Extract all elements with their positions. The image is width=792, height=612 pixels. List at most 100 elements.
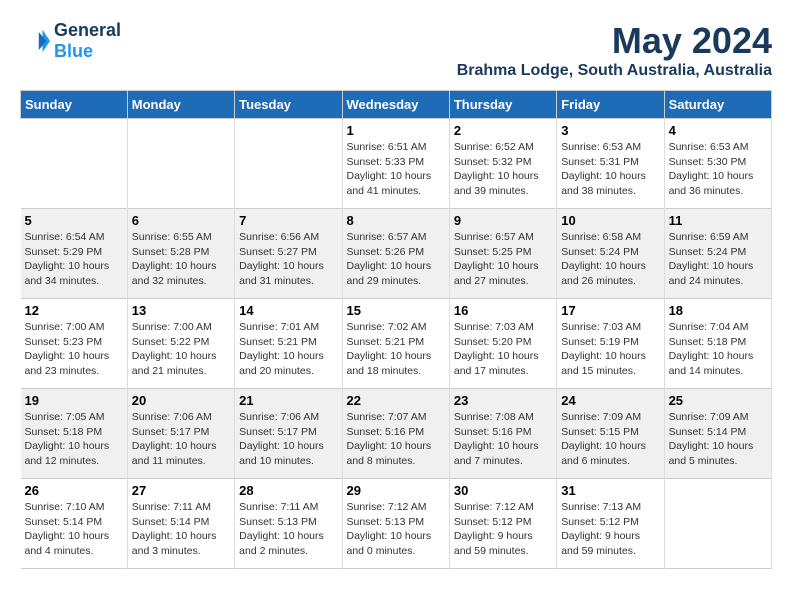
calendar-cell: 23 Sunrise: 7:08 AMSunset: 5:16 PMDayligh… (449, 389, 556, 479)
calendar-cell: 8 Sunrise: 6:57 AMSunset: 5:26 PMDaylight… (342, 209, 449, 299)
calendar-cell: 10 Sunrise: 6:58 AMSunset: 5:24 PMDayligh… (557, 209, 664, 299)
logo-icon (20, 26, 50, 56)
day-number: 17 (561, 303, 659, 318)
calendar-cell: 6Sunrise: 6:55 AMSunset: 5:28 PMDaylight… (127, 209, 234, 299)
weekday-saturday: Saturday (664, 91, 771, 119)
day-info: Sunrise: 7:01 AMSunset: 5:21 PMDaylight:… (239, 320, 337, 379)
weekday-row: SundayMondayTuesdayWednesdayThursdayFrid… (21, 91, 772, 119)
calendar-cell: 13 Sunrise: 7:00 AMSunset: 5:22 PMDayligh… (127, 299, 234, 389)
day-info: Sunrise: 7:00 AMSunset: 5:22 PMDaylight:… (132, 320, 230, 379)
day-number: 24 (561, 393, 659, 408)
day-info: Sunrise: 6:53 AMSunset: 5:30 PMDaylight:… (669, 140, 767, 199)
day-number: 20 (132, 393, 230, 408)
day-info: Sunrise: 6:53 AMSunset: 5:31 PMDaylight:… (561, 140, 659, 199)
day-info: Sunrise: 6:57 AMSunset: 5:26 PMDaylight:… (347, 230, 445, 289)
day-number: 13 (132, 303, 230, 318)
day-number: 3 (561, 123, 659, 138)
calendar-cell: 5 Sunrise: 6:54 AMSunset: 5:29 PMDaylight… (21, 209, 128, 299)
day-info: Sunrise: 7:10 AMSunset: 5:14 PMDaylight:… (25, 500, 123, 559)
calendar-cell (235, 119, 342, 209)
calendar-cell: 15Sunrise: 7:02 AMSunset: 5:21 PMDayligh… (342, 299, 449, 389)
calendar-cell: 12 Sunrise: 7:00 AMSunset: 5:23 PMDayligh… (21, 299, 128, 389)
day-number: 4 (669, 123, 767, 138)
day-number: 25 (669, 393, 767, 408)
weekday-tuesday: Tuesday (235, 91, 342, 119)
day-number: 22 (347, 393, 445, 408)
day-number: 1 (347, 123, 445, 138)
day-info: Sunrise: 7:13 AMSunset: 5:12 PMDaylight:… (561, 500, 659, 559)
day-info: Sunrise: 6:54 AMSunset: 5:29 PMDaylight:… (25, 230, 123, 289)
calendar-cell: 26 Sunrise: 7:10 AMSunset: 5:14 PMDayligh… (21, 479, 128, 569)
day-number: 7 (239, 213, 337, 228)
calendar-cell: 31 Sunrise: 7:13 AMSunset: 5:12 PMDayligh… (557, 479, 664, 569)
weekday-thursday: Thursday (449, 91, 556, 119)
calendar-cell: 18Sunrise: 7:04 AMSunset: 5:18 PMDayligh… (664, 299, 771, 389)
calendar-header: SundayMondayTuesdayWednesdayThursdayFrid… (21, 91, 772, 119)
calendar-cell (127, 119, 234, 209)
day-info: Sunrise: 7:05 AMSunset: 5:18 PMDaylight:… (25, 410, 123, 469)
calendar-cell: 9 Sunrise: 6:57 AMSunset: 5:25 PMDaylight… (449, 209, 556, 299)
day-number: 23 (454, 393, 552, 408)
day-info: Sunrise: 7:09 AMSunset: 5:14 PMDaylight:… (669, 410, 767, 469)
day-info: Sunrise: 6:57 AMSunset: 5:25 PMDaylight:… (454, 230, 552, 289)
day-number: 18 (669, 303, 767, 318)
calendar-cell (21, 119, 128, 209)
weekday-wednesday: Wednesday (342, 91, 449, 119)
weekday-friday: Friday (557, 91, 664, 119)
day-info: Sunrise: 7:03 AMSunset: 5:19 PMDaylight:… (561, 320, 659, 379)
day-number: 9 (454, 213, 552, 228)
day-info: Sunrise: 7:11 AMSunset: 5:14 PMDaylight:… (132, 500, 230, 559)
day-number: 30 (454, 483, 552, 498)
day-number: 19 (25, 393, 123, 408)
weekday-sunday: Sunday (21, 91, 128, 119)
calendar-cell: 21 Sunrise: 7:06 AMSunset: 5:17 PMDayligh… (235, 389, 342, 479)
day-info: Sunrise: 7:07 AMSunset: 5:16 PMDaylight:… (347, 410, 445, 469)
week-row-3: 12 Sunrise: 7:00 AMSunset: 5:23 PMDayligh… (21, 299, 772, 389)
calendar-cell: 30 Sunrise: 7:12 AMSunset: 5:12 PMDayligh… (449, 479, 556, 569)
day-number: 5 (25, 213, 123, 228)
calendar-cell: 17 Sunrise: 7:03 AMSunset: 5:19 PMDayligh… (557, 299, 664, 389)
title-block: May 2024 Brahma Lodge, South Australia, … (457, 20, 772, 80)
week-row-2: 5 Sunrise: 6:54 AMSunset: 5:29 PMDaylight… (21, 209, 772, 299)
day-info: Sunrise: 7:11 AMSunset: 5:13 PMDaylight:… (239, 500, 337, 559)
day-info: Sunrise: 6:56 AMSunset: 5:27 PMDaylight:… (239, 230, 337, 289)
day-number: 12 (25, 303, 123, 318)
week-row-5: 26 Sunrise: 7:10 AMSunset: 5:14 PMDayligh… (21, 479, 772, 569)
day-info: Sunrise: 7:00 AMSunset: 5:23 PMDaylight:… (25, 320, 123, 379)
day-number: 31 (561, 483, 659, 498)
day-info: Sunrise: 7:08 AMSunset: 5:16 PMDaylight:… (454, 410, 552, 469)
day-number: 10 (561, 213, 659, 228)
day-info: Sunrise: 7:06 AMSunset: 5:17 PMDaylight:… (239, 410, 337, 469)
day-number: 26 (25, 483, 123, 498)
calendar-cell: 3 Sunrise: 6:53 AMSunset: 5:31 PMDaylight… (557, 119, 664, 209)
calendar-cell: 19 Sunrise: 7:05 AMSunset: 5:18 PMDayligh… (21, 389, 128, 479)
day-number: 29 (347, 483, 445, 498)
day-number: 21 (239, 393, 337, 408)
main-title: May 2024 (457, 20, 772, 62)
calendar-cell: 4 Sunrise: 6:53 AMSunset: 5:30 PMDaylight… (664, 119, 771, 209)
day-info: Sunrise: 7:12 AMSunset: 5:12 PMDaylight:… (454, 500, 552, 559)
weekday-monday: Monday (127, 91, 234, 119)
logo: General Blue (20, 20, 121, 62)
day-number: 27 (132, 483, 230, 498)
day-number: 8 (347, 213, 445, 228)
day-info: Sunrise: 6:59 AMSunset: 5:24 PMDaylight:… (669, 230, 767, 289)
calendar-cell (664, 479, 771, 569)
subtitle: Brahma Lodge, South Australia, Australia (457, 62, 772, 80)
day-number: 14 (239, 303, 337, 318)
day-info: Sunrise: 7:03 AMSunset: 5:20 PMDaylight:… (454, 320, 552, 379)
page-header: General Blue May 2024 Brahma Lodge, Sout… (20, 20, 772, 80)
calendar-cell: 14 Sunrise: 7:01 AMSunset: 5:21 PMDayligh… (235, 299, 342, 389)
day-number: 2 (454, 123, 552, 138)
day-info: Sunrise: 7:12 AMSunset: 5:13 PMDaylight:… (347, 500, 445, 559)
day-info: Sunrise: 7:02 AMSunset: 5:21 PMDaylight:… (347, 320, 445, 379)
day-number: 6 (132, 213, 230, 228)
calendar-cell: 25 Sunrise: 7:09 AMSunset: 5:14 PMDayligh… (664, 389, 771, 479)
day-info: Sunrise: 6:58 AMSunset: 5:24 PMDaylight:… (561, 230, 659, 289)
day-info: Sunrise: 6:51 AMSunset: 5:33 PMDaylight:… (347, 140, 445, 199)
calendar-cell: 7 Sunrise: 6:56 AMSunset: 5:27 PMDaylight… (235, 209, 342, 299)
week-row-1: 1 Sunrise: 6:51 AMSunset: 5:33 PMDaylight… (21, 119, 772, 209)
day-info: Sunrise: 7:09 AMSunset: 5:15 PMDaylight:… (561, 410, 659, 469)
day-info: Sunrise: 6:52 AMSunset: 5:32 PMDaylight:… (454, 140, 552, 199)
week-row-4: 19 Sunrise: 7:05 AMSunset: 5:18 PMDayligh… (21, 389, 772, 479)
